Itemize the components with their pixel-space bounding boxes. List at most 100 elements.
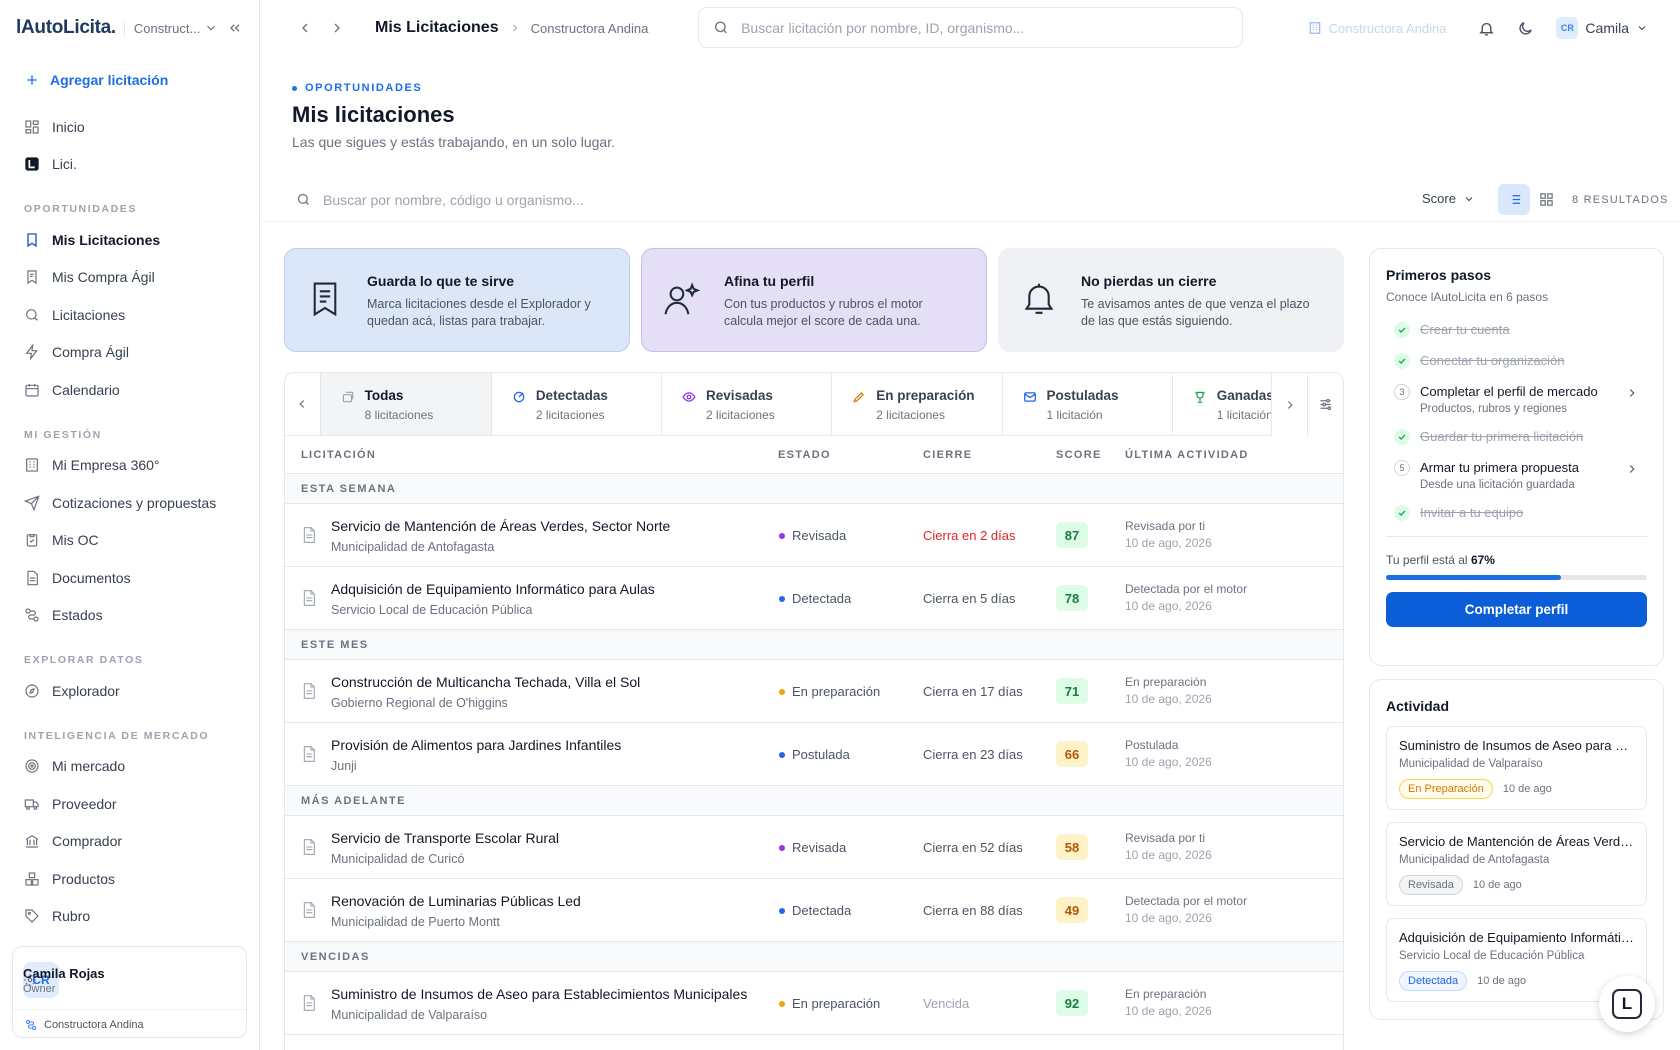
- column-header-estado[interactable]: ESTADO: [778, 449, 831, 461]
- app-logo: lAutoLicita.: [16, 17, 116, 38]
- global-search-input[interactable]: [741, 19, 1228, 36]
- user-org[interactable]: Constructora Andina: [13, 1010, 246, 1040]
- tabs-scroll-right-button[interactable]: [1271, 373, 1307, 436]
- score-badge: 87: [1056, 522, 1088, 548]
- licitacion-title[interactable]: Renovación de Luminarias Públicas Led: [331, 893, 581, 909]
- sidebar-item-label: Mis Licitaciones: [52, 231, 161, 248]
- tab-detectadas[interactable]: Detectadas 2 licitaciones: [492, 373, 663, 435]
- lici-assistant-button[interactable]: L: [1599, 976, 1655, 1032]
- table-row[interactable]: Provisión de Alimentos para Jardines Inf…: [285, 723, 1343, 786]
- activity-item[interactable]: Suministro de Insumos de Aseo para Estab…: [1386, 726, 1647, 810]
- complete-profile-button[interactable]: Completar perfil: [1386, 592, 1647, 627]
- user-menu[interactable]: CR Camila: [1556, 17, 1648, 39]
- org-switcher[interactable]: Construct...: [123, 20, 218, 36]
- sidebar-item-calendario[interactable]: Calendario: [0, 371, 259, 409]
- table-header: LICITACIÓN ESTADO CIERRE SCORE ÚLTIMA AC…: [285, 436, 1343, 474]
- back-button[interactable]: [297, 20, 313, 36]
- sidebar-item-compra-agil[interactable]: Compra Ágil: [0, 334, 259, 372]
- table-row[interactable]: Adquisición de Equipamiento Informático …: [285, 567, 1343, 630]
- sidebar-item-proveedor[interactable]: Proveedor: [0, 785, 259, 823]
- promo-text: Te avisamos antes de que venza el plazo …: [1081, 297, 1310, 328]
- theme-toggle-button[interactable]: [1517, 20, 1534, 37]
- user-card: CR Camila Rojas Owner Constructora Andin…: [12, 946, 247, 1038]
- sidebar-item-label: Cotizaciones y propuestas: [52, 494, 217, 511]
- user-settings-button[interactable]: [23, 973, 37, 987]
- notifications-button[interactable]: [1478, 20, 1495, 37]
- table-row[interactable]: Servicio de Mantención de Áreas Verdes, …: [285, 504, 1343, 567]
- first-step-item[interactable]: 3 Completar el perfil de mercado Productos…: [1394, 384, 1647, 415]
- licitacion-title[interactable]: Servicio de Transporte Escolar Rural: [331, 830, 559, 846]
- sidebar-item-lici[interactable]: Lici.: [0, 146, 259, 184]
- tab-en-preparacion[interactable]: En preparación 2 licitaciones: [832, 373, 1003, 435]
- table-row[interactable]: Renovación de Luminarias Públicas Led Mun…: [285, 879, 1343, 942]
- last-activity-date: 10 de ago, 2026: [1125, 848, 1212, 862]
- sidebar-item-label: Licitaciones: [52, 306, 126, 323]
- licitacion-title[interactable]: Servicio de Mantención de Áreas Verdes, …: [331, 518, 670, 534]
- sidebar-item-rubro[interactable]: Rubro: [0, 898, 259, 936]
- tag-icon: [25, 909, 39, 924]
- tabs-scroll-left-button[interactable]: [285, 373, 321, 435]
- document-icon: [301, 745, 317, 763]
- activity-item-org: Servicio Local de Educación Pública: [1399, 950, 1585, 962]
- tab-filters-button[interactable]: [1307, 373, 1343, 436]
- table-row[interactable]: Servicio de Transporte Escolar Rural Muni…: [285, 816, 1343, 879]
- sidebar-item-estados[interactable]: Estados: [0, 597, 259, 635]
- breadcrumb-org[interactable]: Constructora Andina: [531, 21, 649, 36]
- tab-revisadas[interactable]: Revisadas 2 licitaciones: [662, 373, 833, 435]
- activity-item[interactable]: Servicio de Mantención de Áreas Verdes, …: [1386, 822, 1647, 906]
- sidebar-item-inicio[interactable]: Inicio: [0, 108, 259, 146]
- sidebar-item-mi-empresa[interactable]: Mi Empresa 360°: [0, 447, 259, 485]
- grid-view-toggle[interactable]: [1530, 184, 1562, 215]
- first-steps-card: Primeros pasos Conoce lAutoLicita en 6 p…: [1369, 248, 1664, 666]
- step-label: Conectar tu organización: [1420, 353, 1565, 368]
- licitacion-org: Servicio Local de Educación Pública: [331, 603, 533, 617]
- column-header-cierre[interactable]: CIERRE: [923, 449, 972, 461]
- list-icon: [1509, 195, 1520, 204]
- promo-card-guarda: Guarda lo que te sirve Marca licitaciones…: [284, 248, 630, 352]
- first-step-item[interactable]: 5 Armar tu primera propuesta Desde una lic…: [1394, 460, 1647, 491]
- org-button[interactable]: Constructora Andina: [1308, 21, 1446, 36]
- tab-postuladas[interactable]: Postuladas 1 licitación: [1003, 373, 1173, 435]
- sidebar-item-documentos[interactable]: Documentos: [0, 559, 259, 597]
- column-header-licitacion[interactable]: LICITACIÓN: [301, 449, 376, 461]
- check-icon: [1394, 322, 1410, 338]
- sidebar-item-cotizaciones[interactable]: Cotizaciones y propuestas: [0, 484, 259, 522]
- table-row[interactable]: Construcción de Multicancha Techada, Vil…: [285, 660, 1343, 723]
- sidebar-item-productos[interactable]: Productos: [0, 860, 259, 898]
- breadcrumb-current[interactable]: Mis Licitaciones: [375, 19, 499, 37]
- sidebar-item-label: Documentos: [52, 569, 131, 586]
- column-header-actividad[interactable]: ÚLTIMA ACTIVIDAD: [1125, 449, 1249, 461]
- sidebar-item-mis-compra-agil[interactable]: Mis Compra Ágil: [0, 259, 259, 297]
- sort-dropdown[interactable]: Score: [1422, 191, 1475, 206]
- sidebar-item-licitaciones[interactable]: Licitaciones: [0, 296, 259, 334]
- sidebar-item-explorador[interactable]: Explorador: [0, 672, 259, 710]
- list-search-input[interactable]: [323, 191, 923, 208]
- tab-count: 2 licitaciones: [535, 408, 605, 422]
- forward-button[interactable]: [329, 20, 345, 36]
- add-licitacion-button[interactable]: Agregar licitación: [24, 72, 235, 88]
- bank-icon: [25, 835, 39, 848]
- sidebar-item-mi-mercado[interactable]: Mi mercado: [0, 748, 259, 786]
- grid-icon: [1539, 193, 1553, 206]
- table-row[interactable]: Suministro de Insumos de Aseo para Estab…: [285, 972, 1343, 1035]
- promo-title: Afina tu perfil: [724, 273, 815, 289]
- sidebar-item-label: Mis OC: [52, 532, 99, 549]
- activity-item-title: Adquisición de Equipamiento Informático …: [1399, 930, 1634, 945]
- global-search[interactable]: [698, 7, 1243, 48]
- collapse-sidebar-button[interactable]: [227, 20, 243, 36]
- tab-count: 2 licitaciones: [876, 408, 945, 422]
- licitacion-title[interactable]: Suministro de Insumos de Aseo para Estab…: [331, 986, 747, 1002]
- licitacion-title[interactable]: Construcción de Multicancha Techada, Vil…: [331, 674, 640, 690]
- gear-icon: [24, 974, 36, 986]
- licitacion-title[interactable]: Adquisición de Equipamiento Informático …: [331, 581, 655, 597]
- sidebar-item-comprador[interactable]: Comprador: [0, 823, 259, 861]
- chevron-down-icon: [1638, 26, 1646, 31]
- sidebar-item-mis-licitaciones[interactable]: Mis Licitaciones: [0, 221, 259, 259]
- search-icon: [26, 308, 38, 321]
- list-view-toggle[interactable]: [1498, 184, 1530, 215]
- column-header-score[interactable]: SCORE: [1056, 449, 1102, 461]
- last-activity-date: 10 de ago, 2026: [1125, 1004, 1212, 1018]
- tab-todas[interactable]: Todas 8 licitaciones: [320, 373, 492, 435]
- licitacion-title[interactable]: Provisión de Alimentos para Jardines Inf…: [331, 737, 621, 753]
- sidebar-item-mis-oc[interactable]: Mis OC: [0, 522, 259, 560]
